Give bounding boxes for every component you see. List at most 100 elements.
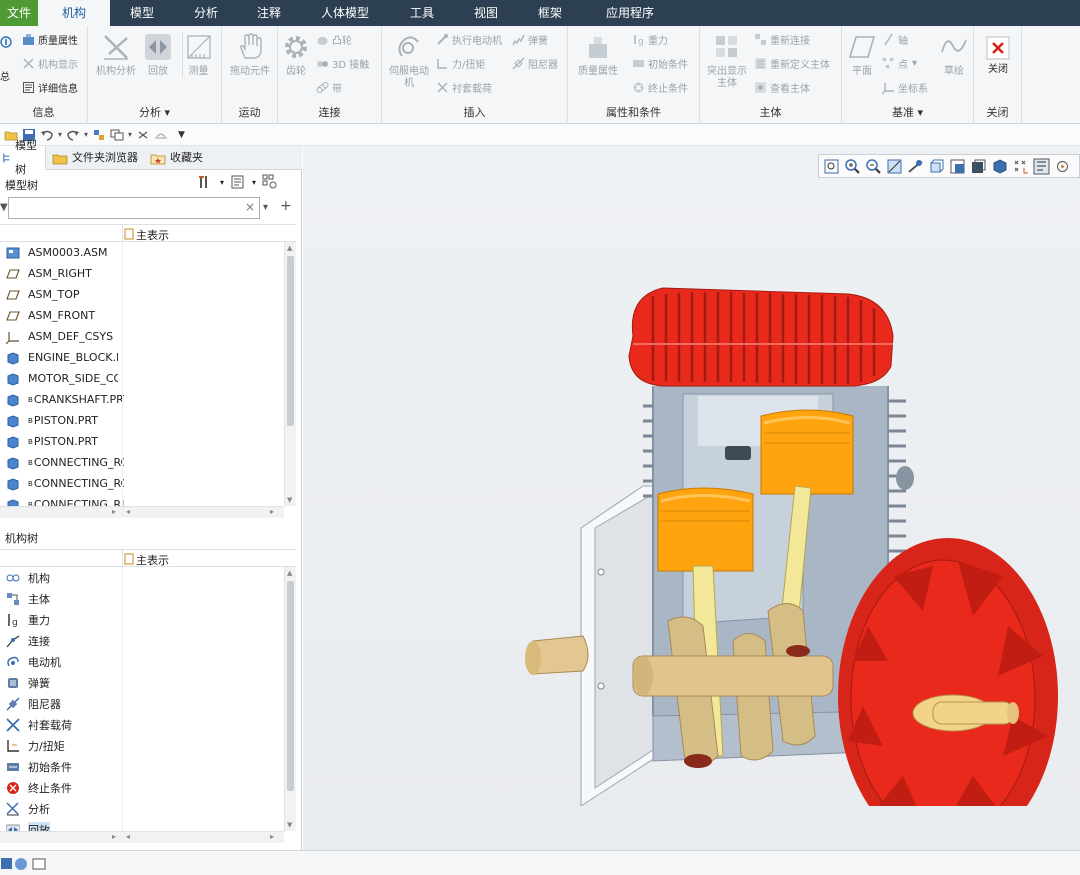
scroll-left-icon-2[interactable]: ◂ [126,507,130,516]
model-tree-row[interactable]: B CONNECTING_RC [6,473,124,494]
model-tree-row[interactable]: ASM0003.ASM [6,242,108,263]
menu-tab-applications[interactable]: 应用程序 [582,0,678,26]
redo-dropdown-icon[interactable]: ▾ [84,130,88,139]
windows-dropdown-icon[interactable]: ▾ [128,130,132,139]
model-tree-row[interactable]: B CONNECTING_RC [6,452,124,473]
saved-orientations-icon[interactable] [928,158,945,175]
undo-dropdown-icon[interactable]: ▾ [58,130,62,139]
menu-tab-file[interactable]: 文件 [0,0,38,26]
status-browser-icon[interactable] [14,857,28,871]
redefine-body-button[interactable]: 重新定义主体 [754,56,830,71]
mechanism-tree-row[interactable]: 主体 [6,588,50,609]
mass-properties-large-button[interactable]: 质量属性 [572,32,624,78]
reorient-icon[interactable] [907,158,924,175]
view-body-button[interactable]: 查看主体 [754,80,810,95]
tab-model-tree[interactable]: 模型树 [0,139,46,176]
settings-icon[interactable] [262,174,278,190]
point-dropdown-icon[interactable]: ▾ [912,58,917,69]
total-label[interactable]: 总 [0,68,10,83]
run-motor-button[interactable]: 执行电动机 [436,32,502,47]
menu-tab-manikin[interactable]: 人体模型 [300,0,390,26]
model-tree-row[interactable]: MOTOR_SIDE_COV [6,368,118,389]
model-tree-search-input[interactable]: × [8,197,260,219]
mechanism-tree-row[interactable]: 电动机 [6,651,61,672]
mechanism-tree-row[interactable]: 分析 [6,798,50,819]
details-button[interactable]: 详细信息 [22,80,78,95]
spring-button[interactable]: 弹簧 [512,32,548,47]
model-tree-row[interactable]: B PISTON.PRT [6,410,98,431]
mechanism-tree-scroll-thumb[interactable] [287,581,294,791]
repaint-icon[interactable] [886,158,903,175]
mechanism-tree-scrollbar[interactable]: ▲ ▼ [284,567,296,831]
tab-folder-browser[interactable]: 文件夹浏览器 [52,146,146,170]
reconnect-button[interactable]: 重新连接 [754,32,810,47]
mechanism-display-button[interactable]: 机构显示 [22,56,78,71]
force-torque-button[interactable]: 力/扭矩 [436,56,485,71]
mech-scroll-up-icon[interactable]: ▲ [287,569,292,577]
contact-3d-button[interactable]: 3D 接触 [316,56,369,71]
gear-button[interactable]: 齿轮 [280,32,312,78]
mechanism-tree-row[interactable]: 衬套载荷 [6,714,72,735]
belt-button[interactable]: 带 [316,80,342,95]
tab-favorites[interactable]: 收藏夹 [150,146,210,170]
model-tree-scroll-thumb[interactable] [287,256,294,426]
customize-toolbar-icon[interactable]: ▼ [178,130,185,140]
sketch-button[interactable]: 草绘 [938,32,970,78]
mech-scroll-right-icon-1[interactable]: ▸ [112,832,116,841]
menu-tab-framework[interactable]: 框架 [518,0,582,26]
zoom-in-icon[interactable] [844,158,861,175]
mechanism-tree-hscroll[interactable]: ▸ ◂ ▸ [0,831,284,843]
status-panel-icon[interactable] [0,857,14,871]
mech-scroll-down-icon[interactable]: ▼ [287,821,292,829]
menu-tab-tools[interactable]: 工具 [390,0,454,26]
annotation-display-icon[interactable] [1033,158,1050,175]
redo-icon[interactable] [66,128,80,142]
mech-scroll-right-icon-2[interactable]: ▸ [270,832,274,841]
mechanism-tree-row[interactable]: 机构 [6,567,50,588]
mechanism-tree-row[interactable]: 弹簧 [6,672,50,693]
model-tree-row[interactable]: ASM_DEF_CSYS [6,326,113,347]
model-tree-row[interactable]: ENGINE_BLOCK.PF [6,347,118,368]
playback-button[interactable]: 回放 [142,32,174,78]
display-style-icon[interactable] [970,158,987,175]
scroll-up-icon[interactable]: ▲ [287,244,292,252]
mass-properties-button[interactable]: 质量属性 [22,32,78,47]
engine-assembly-model[interactable] [503,216,1063,806]
damper-button[interactable]: 阻尼器 [512,56,558,71]
mechanism-analysis-button[interactable]: 机构分析 [92,32,140,78]
mechanism-tree-row[interactable]: 初始条件 [6,756,72,777]
total-button[interactable] [0,36,16,49]
tools-dropdown-icon[interactable]: ▾ [220,178,224,187]
piston-left[interactable] [657,487,754,572]
highlight-bodies-button[interactable]: 突出显示主体 [702,32,752,90]
scroll-down-icon[interactable]: ▼ [287,496,292,504]
menu-tab-view[interactable]: 视图 [454,0,518,26]
close-button[interactable]: 关闭 [980,36,1016,76]
model-tree-row[interactable]: ASM_RIGHT [6,263,92,284]
gravity-button[interactable]: g 重力 [632,32,668,47]
menu-tab-annotate[interactable]: 注释 [238,0,300,26]
menu-tab-model[interactable]: 模型 [110,0,174,26]
model-tree-row[interactable]: ASM_TOP [6,284,80,305]
view-manager-icon[interactable] [949,158,966,175]
close-window-icon[interactable] [136,128,150,142]
model-tree-scrollbar[interactable]: ▲ ▼ [284,242,296,506]
model-tree-row[interactable]: B CRANKSHAFT.PRT [6,389,124,410]
motor-side-cover[interactable] [580,485,659,806]
show-icon[interactable] [230,174,246,190]
mechanism-tree-row[interactable]: g 重力 [6,609,50,630]
servo-motor-button[interactable]: 伺服电动机 [384,32,434,90]
mechanism-tree-row[interactable]: 力/扭矩 [6,735,65,756]
add-filter-icon[interactable]: + [280,198,292,214]
tools-icon[interactable] [198,174,214,190]
refit-icon[interactable] [823,158,840,175]
perspective-icon[interactable] [991,158,1008,175]
search-dropdown-icon[interactable]: ▾ [263,202,268,213]
point-button[interactable]: 点 ▾ [882,56,917,71]
menu-tab-mechanism[interactable]: 机构 [38,0,110,26]
clear-search-icon[interactable]: × [245,200,255,214]
bushing-load-button[interactable]: 衬套载荷 [436,80,492,95]
measure-button[interactable]: 测量 [182,32,214,78]
windows-icon[interactable] [110,128,124,142]
termination-condition-button[interactable]: 终止条件 [632,80,688,95]
